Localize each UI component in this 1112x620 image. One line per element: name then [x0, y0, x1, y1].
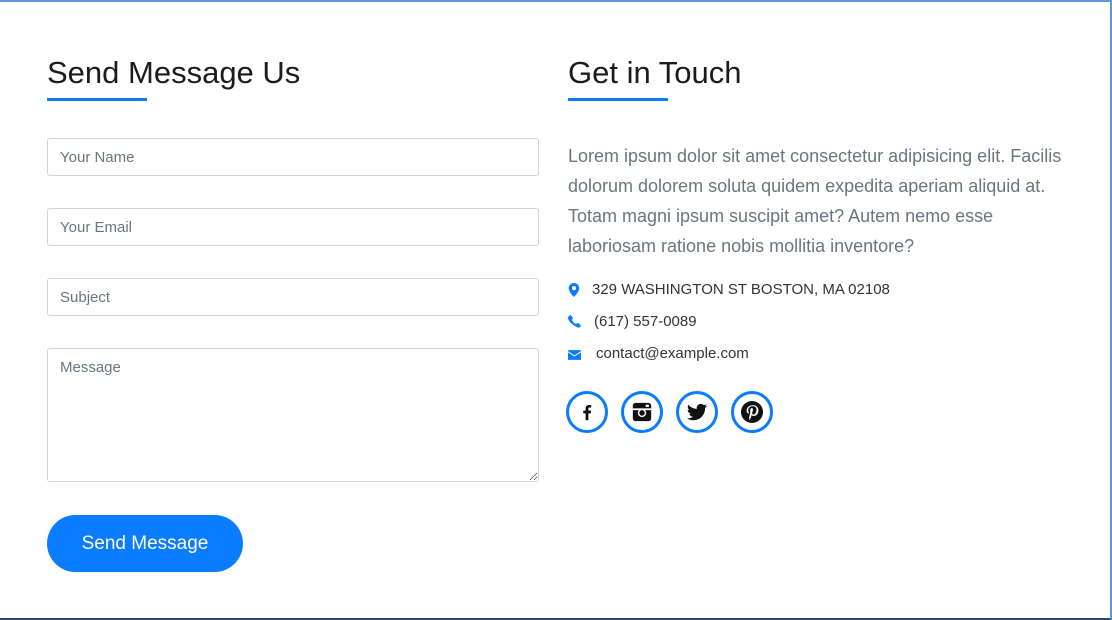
envelope-icon: [568, 347, 582, 361]
phone-text: (617) 557-0089: [594, 313, 697, 330]
contact-intro-text: Lorem ipsum dolor sit amet consectetur a…: [568, 146, 1062, 256]
email-row: contact@example.com: [568, 345, 749, 362]
twitter-icon: [687, 403, 708, 421]
instagram-link[interactable]: [621, 391, 663, 433]
social-links: [566, 391, 786, 433]
phone-icon: [568, 314, 582, 329]
subject-input[interactable]: [47, 278, 539, 316]
facebook-link[interactable]: [566, 391, 608, 433]
email-input[interactable]: [47, 208, 539, 246]
instagram-icon: [632, 402, 652, 422]
form-title-underline: [47, 98, 147, 101]
map-marker-icon: [568, 282, 582, 297]
pinterest-icon: [741, 401, 763, 423]
pinterest-link[interactable]: [731, 391, 773, 433]
contact-title: Get in Touch: [568, 55, 742, 90]
phone-row: (617) 557-0089: [568, 313, 697, 330]
form-title: Send Message Us: [47, 55, 301, 90]
message-textarea[interactable]: [47, 348, 539, 482]
email-text: contact@example.com: [596, 345, 749, 362]
contact-page: Send Message Us Send Message Get in Touc…: [0, 0, 1112, 620]
name-input[interactable]: [47, 138, 539, 176]
facebook-icon: [583, 404, 592, 421]
send-message-button[interactable]: Send Message: [47, 515, 243, 572]
address-text: 329 WASHINGTON ST BOSTON, MA 02108: [592, 281, 890, 298]
twitter-link[interactable]: [676, 391, 718, 433]
contact-title-underline: [568, 98, 668, 101]
address-row: 329 WASHINGTON ST BOSTON, MA 02108: [568, 281, 890, 298]
